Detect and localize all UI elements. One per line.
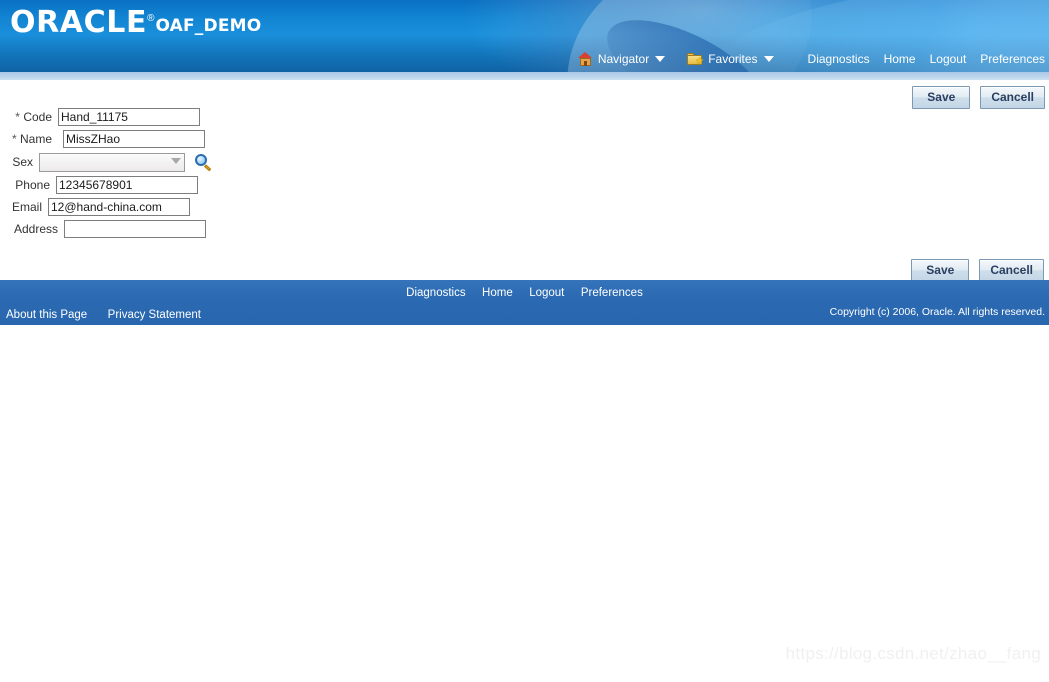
save-button-top[interactable]: Save bbox=[912, 86, 971, 109]
label-email-text: Email bbox=[11, 200, 42, 214]
about-this-page-link[interactable]: About this Page bbox=[6, 309, 87, 321]
address-input[interactable] bbox=[64, 220, 206, 238]
label-phone: Phone bbox=[0, 178, 56, 192]
form-row-address: Address bbox=[0, 218, 212, 240]
global-link-home[interactable]: Home bbox=[884, 52, 916, 66]
label-sex-text: Sex bbox=[12, 155, 33, 169]
footer-link-diagnostics[interactable]: Diagnostics bbox=[406, 287, 465, 299]
cancel-button-top[interactable]: Cancell bbox=[980, 86, 1045, 109]
footer-bottom-row: About this Page Privacy Statement Copyri… bbox=[0, 305, 1049, 325]
label-name: * Name bbox=[0, 132, 58, 146]
footer-link-home[interactable]: Home bbox=[482, 287, 513, 299]
search-icon[interactable] bbox=[195, 153, 212, 171]
label-phone-text: Phone bbox=[15, 178, 50, 192]
code-input[interactable] bbox=[58, 108, 200, 126]
oracle-logo: ORACLE ® OAF_DEMO bbox=[10, 5, 262, 40]
page-root: ORACLE ® OAF_DEMO Navigator ★ Favorites bbox=[0, 0, 1049, 682]
label-sex: Sex bbox=[0, 155, 39, 169]
label-code: * Code bbox=[0, 110, 58, 124]
label-address-text: Address bbox=[13, 222, 58, 236]
form-row-code: * Code bbox=[0, 106, 212, 128]
favorites-menu[interactable]: ★ Favorites bbox=[687, 52, 774, 67]
favorites-menu-label: Favorites bbox=[708, 52, 758, 66]
bottom-button-bar: Save Cancell bbox=[911, 259, 1044, 282]
required-marker: * bbox=[15, 110, 20, 124]
cancel-button-bottom[interactable]: Cancell bbox=[979, 259, 1044, 282]
label-email: Email bbox=[0, 200, 48, 214]
email-input[interactable] bbox=[48, 198, 190, 216]
label-address: Address bbox=[0, 222, 64, 236]
application-name: OAF_DEMO bbox=[155, 16, 262, 36]
form-row-sex: Sex bbox=[0, 150, 212, 174]
chevron-down-icon bbox=[655, 56, 666, 62]
global-link-preferences[interactable]: Preferences bbox=[980, 52, 1045, 66]
top-button-bar: Save Cancell bbox=[912, 86, 1045, 109]
save-button-bottom[interactable]: Save bbox=[911, 259, 970, 282]
favorites-folder-icon: ★ bbox=[687, 52, 704, 67]
label-name-text: Name bbox=[19, 132, 52, 146]
navigator-menu-label: Navigator bbox=[597, 52, 650, 66]
empty-page-body: https://blog.csdn.net/zhao__fang bbox=[0, 325, 1049, 676]
home-icon bbox=[577, 52, 593, 66]
form-row-name: * Name bbox=[0, 128, 212, 150]
footer-global-links: Diagnostics Home Logout Preferences bbox=[0, 283, 1049, 301]
record-form: * Code * Name Sex bbox=[0, 106, 212, 240]
branding-header: ORACLE ® OAF_DEMO Navigator ★ Favorites bbox=[0, 0, 1049, 72]
page-footer: Diagnostics Home Logout Preferences Abou… bbox=[0, 280, 1049, 325]
watermark-text: https://blog.csdn.net/zhao__fang bbox=[785, 644, 1041, 663]
global-menu: Navigator ★ Favorites Diagnostics Home L… bbox=[564, 52, 1045, 67]
global-links: Diagnostics Home Logout Preferences bbox=[808, 52, 1045, 66]
content-area: Save Cancell * Code * Name bbox=[0, 80, 1049, 282]
form-row-email: Email bbox=[0, 196, 212, 218]
global-link-logout[interactable]: Logout bbox=[930, 52, 967, 66]
copyright-text: Copyright (c) 2006, Oracle. All rights r… bbox=[829, 306, 1045, 318]
registered-trademark-icon: ® bbox=[147, 13, 155, 24]
required-marker: * bbox=[11, 132, 17, 146]
phone-input[interactable] bbox=[56, 176, 198, 194]
footer-legal-links: About this Page Privacy Statement bbox=[6, 305, 217, 323]
footer-link-logout[interactable]: Logout bbox=[529, 287, 564, 299]
name-input[interactable] bbox=[63, 130, 205, 148]
oracle-wordmark: ORACLE bbox=[10, 5, 148, 40]
sex-select[interactable] bbox=[39, 152, 185, 172]
label-code-text: Code bbox=[23, 110, 52, 124]
global-link-diagnostics[interactable]: Diagnostics bbox=[808, 52, 870, 66]
navigator-menu[interactable]: Navigator bbox=[577, 52, 666, 66]
chevron-down-icon bbox=[763, 56, 774, 62]
footer-link-preferences[interactable]: Preferences bbox=[581, 287, 643, 299]
privacy-statement-link[interactable]: Privacy Statement bbox=[108, 309, 201, 321]
sex-select-wrapper bbox=[39, 152, 185, 172]
header-separator-band bbox=[0, 72, 1049, 80]
form-row-phone: Phone bbox=[0, 174, 212, 196]
